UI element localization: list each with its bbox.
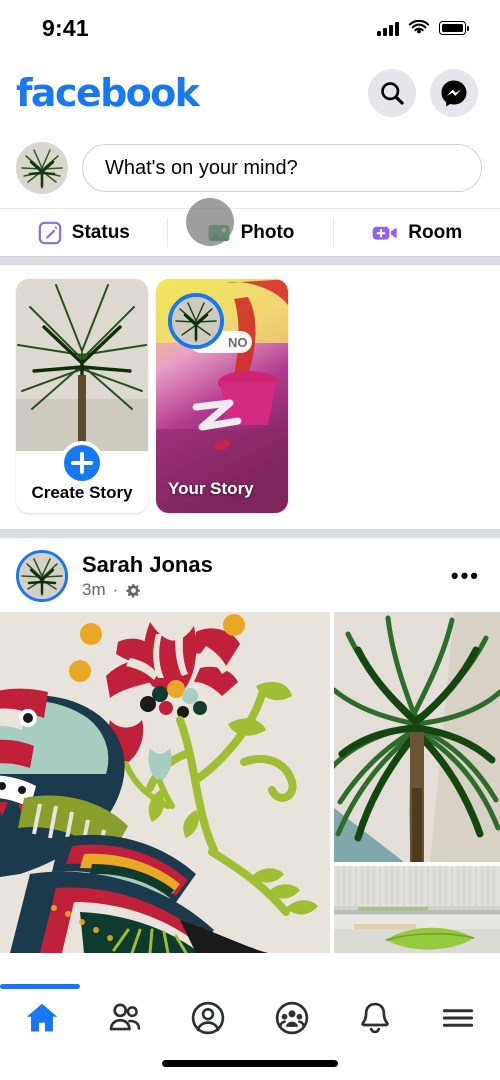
bottom-tab-bar xyxy=(0,975,500,1080)
status-bar: 9:41 xyxy=(0,0,500,56)
composer-action-photo[interactable]: Photo xyxy=(166,209,334,256)
composer-input[interactable]: What's on your mind? xyxy=(82,144,482,192)
story-card-create[interactable]: Create Story xyxy=(16,279,148,513)
folk-art-bird-illustration xyxy=(0,612,330,953)
your-story-avatar[interactable] xyxy=(168,293,224,349)
app-bar-actions xyxy=(368,69,478,117)
post-header: Sarah Jonas 3m · ••• xyxy=(0,538,500,612)
create-story-background-image xyxy=(16,279,148,451)
section-divider xyxy=(0,256,500,265)
post-more-options-button[interactable]: ••• xyxy=(451,565,480,587)
friends-icon xyxy=(109,1003,141,1031)
post-photo-window-blinds[interactable] xyxy=(334,866,500,953)
post-timestamp: 3m xyxy=(82,580,106,600)
post-meta: Sarah Jonas 3m · xyxy=(82,552,437,600)
tab-friends[interactable] xyxy=(83,999,166,1037)
post-author-name[interactable]: Sarah Jonas xyxy=(82,552,437,578)
status-bar-icons xyxy=(377,20,469,36)
gear-icon xyxy=(126,583,141,598)
composer-avatar[interactable] xyxy=(16,142,68,194)
avatar-plant-image xyxy=(172,297,220,345)
search-button[interactable] xyxy=(368,69,416,117)
post-media-grid xyxy=(0,612,500,953)
avatar-plant-image xyxy=(19,553,65,599)
tab-menu[interactable] xyxy=(417,999,500,1037)
messenger-icon xyxy=(441,80,467,107)
composer-action-room[interactable]: Room xyxy=(333,209,500,256)
composer-action-label: Photo xyxy=(240,221,295,243)
tab-notifications[interactable] xyxy=(333,999,416,1037)
hamburger-menu-icon xyxy=(443,1009,474,1027)
messenger-button[interactable] xyxy=(430,69,478,117)
section-divider-feed xyxy=(0,529,500,538)
home-icon xyxy=(26,1003,57,1032)
composer-action-label: Room xyxy=(408,221,463,243)
story-label-create: Create Story xyxy=(31,482,133,502)
window-blinds-with-leaf-image xyxy=(334,866,500,953)
battery-full-icon xyxy=(439,21,469,35)
post-photo-dracaena[interactable] xyxy=(334,612,500,862)
facebook-logo: facebook xyxy=(16,71,200,115)
wifi-icon xyxy=(408,20,430,34)
create-story-plus-button[interactable] xyxy=(60,441,104,485)
dracaena-houseplant-image xyxy=(334,612,500,862)
active-tab-indicator xyxy=(0,984,80,989)
photo-icon xyxy=(208,224,229,241)
post-author-avatar[interactable] xyxy=(16,550,68,602)
post-media-right-column xyxy=(334,612,500,953)
tab-groups[interactable] xyxy=(250,999,333,1037)
groups-icon xyxy=(275,1001,308,1035)
composer-placeholder: What's on your mind? xyxy=(105,156,298,179)
stories-tray[interactable]: Create Story NO Your Story xyxy=(0,265,500,529)
tab-profile[interactable] xyxy=(167,999,250,1037)
composer-action-label: Status xyxy=(71,221,130,243)
status-bar-time: 9:41 xyxy=(42,14,89,41)
home-indicator xyxy=(162,1060,338,1067)
search-icon xyxy=(381,82,404,105)
svg-text:NO: NO xyxy=(228,335,248,350)
bell-icon xyxy=(361,1002,389,1034)
tab-home[interactable] xyxy=(0,999,83,1037)
post-subtitle: 3m · xyxy=(82,580,437,600)
story-label-your-story: Your Story xyxy=(168,479,254,498)
composer-action-status[interactable]: Status xyxy=(0,209,167,256)
status-pencil-icon xyxy=(38,221,62,244)
profile-icon xyxy=(192,1001,225,1035)
app-bar: facebook xyxy=(0,56,500,130)
post-composer: What's on your mind? xyxy=(0,130,500,208)
facebook-mobile-screen: 9:41 facebook What's on your mind? Statu… xyxy=(0,0,500,1080)
post-photo-folk-art-bird[interactable] xyxy=(0,612,330,953)
story-card-your-story[interactable]: NO Your Story xyxy=(156,279,288,513)
composer-actions: Status Photo Room xyxy=(0,208,500,256)
avatar-plant-image xyxy=(16,142,68,194)
room-video-icon xyxy=(372,226,397,240)
post-separator: · xyxy=(112,580,119,600)
cellular-signal-icon xyxy=(377,21,399,36)
